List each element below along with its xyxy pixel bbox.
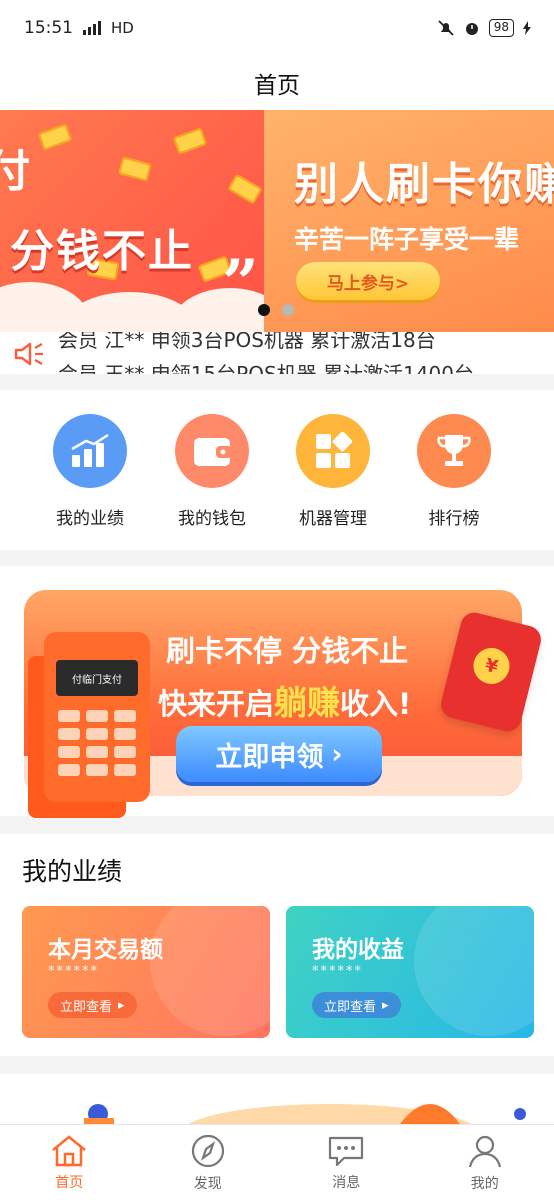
tab-discover[interactable]: 发现 [139, 1125, 278, 1200]
section-title: 我的业绩 [22, 857, 123, 886]
banner-a-edge-text: 付 [0, 146, 30, 197]
play-arrow-icon: ▸ [382, 997, 389, 1013]
tab-label: 我的 [470, 1175, 499, 1192]
promo-line2: 快来开启躺赚收入! [158, 676, 411, 724]
message-icon [329, 1136, 364, 1166]
my-earnings-card[interactable]: 我的收益 ****** 立即查看 ▸ [286, 906, 534, 1038]
signal-icon [83, 21, 101, 35]
hd-indicator: HD [111, 19, 134, 37]
page-title: 首页 [0, 56, 554, 110]
pos-screen-label: 付临门支付 [56, 660, 138, 696]
quick-entry-wallet[interactable]: 我的钱包 [162, 414, 262, 529]
compass-icon [191, 1134, 224, 1167]
chevron-right-icon: › [331, 738, 343, 770]
battery-level: 98 [488, 19, 514, 37]
carousel-dot-2[interactable] [282, 304, 294, 316]
tab-label: 首页 [55, 1174, 84, 1191]
performance-section: 我的业绩 本月交易额 ****** 立即查看 ▸ 我的收益 ****** 立即查… [0, 834, 554, 1056]
speaker-icon [14, 342, 43, 366]
banner-b-headline: 别人刷卡你赚 [294, 159, 554, 210]
monthly-volume-card[interactable]: 本月交易额 ****** 立即查看 ▸ [22, 906, 270, 1038]
masked-value: ****** [312, 964, 363, 979]
quick-entry-label: 我的业绩 [56, 509, 124, 529]
charging-icon [523, 21, 531, 35]
user-icon [468, 1135, 501, 1167]
tab-profile[interactable]: 我的 [416, 1125, 554, 1200]
banner-slide-b[interactable]: 别人刷卡你赚 辛苦一阵子享受一辈 马上参与> [264, 110, 554, 332]
bottom-tab-bar: 首页 发现 消息 我的 [0, 1124, 554, 1200]
carousel-dot-1[interactable] [258, 304, 270, 316]
mute-icon [438, 20, 454, 36]
bar-chart-icon [53, 414, 127, 488]
view-now-label: 立即查看 [60, 999, 113, 1015]
quick-entry-ranking[interactable]: 排行榜 [404, 414, 504, 529]
promo-line1: 刷卡不停 分钱不止 [166, 634, 409, 668]
banner-slide-a[interactable]: 付 分钱不止 ” [0, 110, 290, 332]
quick-entry-machines[interactable]: 机器管理 [283, 414, 383, 529]
banner-b-subline: 辛苦一阵子享受一辈 [294, 225, 520, 254]
tab-label: 发现 [193, 1175, 222, 1192]
view-now-label: 立即查看 [324, 999, 377, 1015]
notice-marquee[interactable]: 会员 江** 申领3台POS机器 累计激活18台 会员 王** 申领15台POS… [0, 332, 554, 374]
bottom-illustration [0, 1074, 554, 1124]
promo-line2-post: 收入! [340, 687, 412, 721]
trophy-icon [417, 414, 491, 488]
illustration-art [84, 1104, 526, 1124]
alarm-icon [465, 23, 478, 35]
apply-now-button[interactable]: 立即申领 › [176, 726, 382, 782]
masked-value: ****** [48, 964, 99, 979]
notice-line: 会员 江** 申领3台POS机器 累计激活18台 [58, 332, 436, 352]
quick-entry-label: 我的钱包 [178, 509, 246, 529]
card-title: 本月交易额 [48, 937, 163, 963]
play-arrow-icon: ▸ [118, 997, 125, 1013]
view-now-button[interactable]: 立即查看 ▸ [48, 992, 137, 1018]
quick-entry-label: 排行榜 [428, 509, 480, 529]
join-now-button[interactable]: 马上参与> [296, 262, 440, 300]
grid-apps-icon [296, 414, 370, 488]
banner-carousel[interactable]: 付 分钱不止 ” 别人刷卡你赚 辛苦一阵子享受一辈 马上参与> [0, 110, 554, 332]
view-now-button[interactable]: 立即查看 ▸ [312, 992, 401, 1018]
quick-entry-performance[interactable]: 我的业绩 [40, 414, 140, 529]
quick-entry-label: 机器管理 [299, 509, 367, 529]
pos-terminal-image: 付临门支付 [44, 632, 150, 802]
notice-line: 会员 王** 申领15台POS机器 累计激活1400台 [58, 362, 474, 374]
status-time: 15:51 [24, 18, 73, 38]
promo-line2-highlight: 躺赚 [274, 683, 341, 722]
quick-entry-grid: 我的业绩 我的钱包 机器管理 排行榜 [0, 390, 554, 550]
carousel-indicator [258, 304, 294, 316]
tab-home[interactable]: 首页 [0, 1125, 139, 1200]
wallet-icon [175, 414, 249, 488]
status-bar: 15:51 HD 98 [0, 0, 554, 56]
tab-label: 消息 [332, 1174, 361, 1191]
tab-messages[interactable]: 消息 [277, 1125, 416, 1200]
apply-now-label: 立即申领 [215, 741, 324, 773]
card-title: 我的收益 [312, 937, 404, 963]
home-icon [52, 1134, 87, 1166]
promo-line2-pre: 快来开启 [158, 687, 275, 721]
banner-a-title: 分钱不止 [10, 226, 194, 277]
